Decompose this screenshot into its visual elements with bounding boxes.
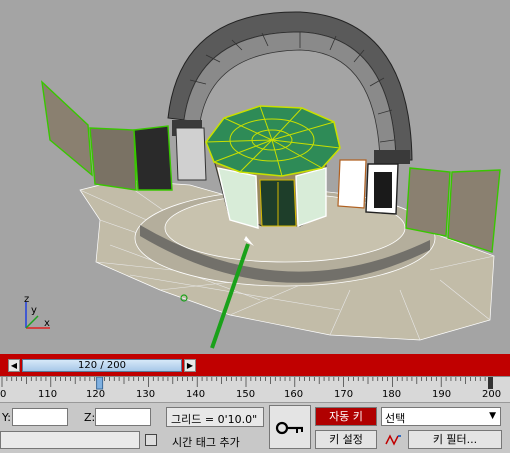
tick-label-0: 0 — [0, 389, 7, 400]
keyframe-marker[interactable] — [488, 377, 493, 389]
y-coord-label: Y: — [2, 411, 11, 424]
track-bar[interactable]: 0 110 120 130 140 150 160 170 180 190 20… — [0, 376, 510, 403]
tick-label-160: 160 — [284, 389, 304, 400]
time-tag-icon[interactable] — [145, 434, 157, 446]
selection-dropdown-value: 선택 — [385, 412, 406, 425]
axis-z-label: z — [24, 294, 30, 305]
key-mode-icon[interactable] — [384, 432, 402, 448]
scene-render — [41, 11, 501, 349]
prev-frame-button[interactable]: ◀ — [8, 359, 20, 372]
time-slider-thumb[interactable]: 120 / 200 — [22, 359, 182, 372]
tick-label-180: 180 — [382, 389, 402, 400]
key-icon — [275, 421, 303, 435]
next-frame-button[interactable]: ▶ — [184, 359, 196, 372]
tick-label-110: 110 — [38, 389, 58, 400]
dropdown-arrow-icon: ▼ — [489, 411, 496, 421]
curve-icon — [385, 434, 401, 446]
y-coord-field[interactable] — [12, 408, 68, 426]
tick-label-200: 200 — [482, 389, 502, 400]
time-slider-bar[interactable]: ◀ 120 / 200 ▶ — [0, 354, 510, 376]
z-coord-label: Z: — [84, 411, 96, 424]
grid-text: 그리드 = 0'10.0" — [171, 413, 258, 426]
z-coord-field[interactable] — [95, 408, 151, 426]
axis-y-label: y — [31, 305, 37, 316]
viewport-perspective[interactable]: z y x — [0, 0, 510, 354]
key-filters-button[interactable]: 키 필터... — [408, 430, 502, 449]
grid-display: 그리드 = 0'10.0" — [166, 407, 264, 427]
set-key-button[interactable]: 키 설정 — [315, 430, 377, 449]
status-panel: Y: Z: 그리드 = 0'10.0" 시간 태그 추가 자동 키 선택 ▼ 키… — [0, 402, 510, 453]
tick-label-140: 140 — [186, 389, 206, 400]
tick-label-150: 150 — [236, 389, 256, 400]
axis-x-label: x — [44, 318, 50, 329]
tick-label-170: 170 — [334, 389, 354, 400]
tick-label-130: 130 — [136, 389, 156, 400]
tick-label-120: 120 — [86, 389, 106, 400]
selection-dropdown[interactable]: 선택 ▼ — [381, 407, 501, 426]
current-frame-marker[interactable] — [96, 377, 104, 390]
tick-label-190: 190 — [432, 389, 452, 400]
add-time-tag-button[interactable]: 시간 태그 추가 — [172, 434, 240, 450]
prompt-line — [0, 431, 140, 449]
set-key-big-button[interactable] — [269, 405, 311, 449]
auto-key-button[interactable]: 자동 키 — [315, 407, 377, 426]
